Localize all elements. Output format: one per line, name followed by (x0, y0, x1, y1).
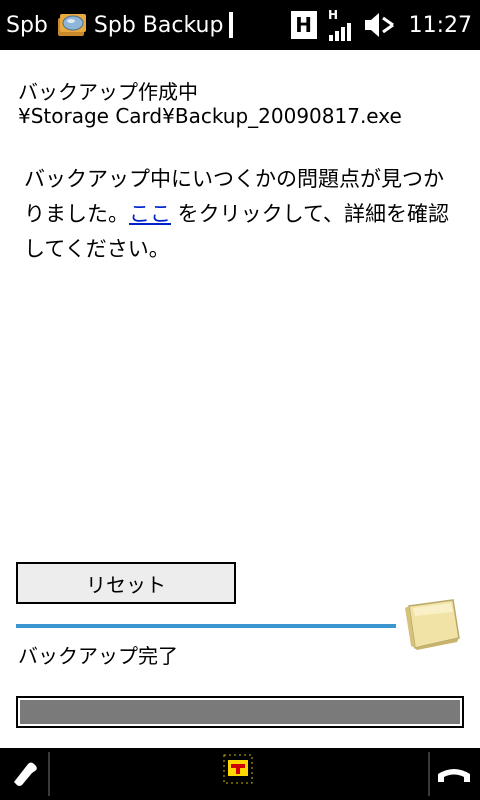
spb-backup-app-icon (57, 14, 86, 36)
title-separator (229, 12, 234, 38)
clock[interactable]: 11:27 (409, 13, 472, 38)
progress-fill (20, 700, 460, 724)
warning-message: バックアップ中にいつくかの問題点が見つかりました。ここ をクリックして、詳細を確… (24, 162, 464, 267)
backup-cube-icon (405, 599, 460, 650)
start-button[interactable]: Spb (0, 13, 48, 38)
softkey-divider-right (428, 752, 430, 796)
separator-line (16, 624, 396, 628)
status-indicators: H H 11:27 (290, 0, 472, 50)
softkey-bar (0, 748, 480, 800)
svg-text:H: H (328, 8, 338, 22)
reset-button[interactable]: リセット (16, 562, 236, 604)
backup-progress-bar (16, 696, 464, 728)
end-call-icon[interactable] (436, 760, 472, 790)
call-icon[interactable] (8, 756, 42, 790)
details-link[interactable]: ここ (129, 202, 171, 226)
network-type-badge: H (290, 11, 317, 39)
operation-title: バックアップ作成中 (18, 80, 198, 104)
signal-strength-icon[interactable]: H (327, 7, 353, 43)
speaker-muted-icon[interactable] (363, 10, 395, 40)
status-bar: Spb Spb Backup H H 11:27 (0, 0, 480, 50)
backup-file-path: ¥Storage Card¥Backup_20090817.exe (18, 104, 402, 128)
backup-progress-screen: バックアップ作成中 ¥Storage Card¥Backup_20090817.… (0, 50, 480, 748)
start-menu-icon[interactable] (221, 752, 255, 786)
softkey-divider-left (48, 752, 50, 796)
backup-status-label: バックアップ完了 (18, 644, 178, 668)
app-title[interactable]: Spb Backup (94, 13, 224, 38)
